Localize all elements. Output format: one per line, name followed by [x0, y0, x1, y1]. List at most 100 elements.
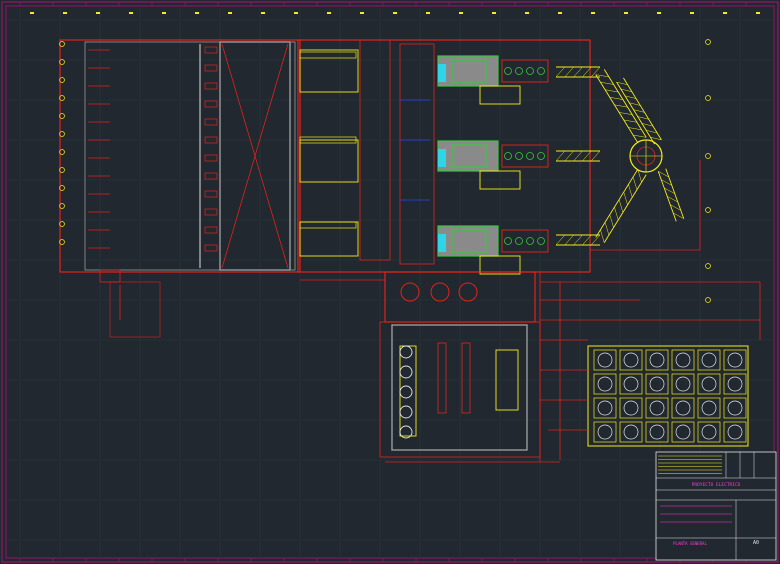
circular-hub: [629, 139, 663, 173]
ruler-mark: [459, 12, 463, 14]
ruler-mark: [525, 12, 529, 14]
ruler-mark: [690, 12, 694, 14]
cooler-fan: [675, 400, 691, 416]
cooler-fan: [649, 376, 665, 392]
title-block-sheet-number: A0: [753, 540, 759, 546]
unit-fan: [537, 237, 545, 245]
hall-bay: [204, 244, 218, 252]
cooler-fan: [597, 400, 613, 416]
cooler-fan: [649, 400, 665, 416]
unit-panel: [438, 149, 446, 167]
truss-web: [623, 119, 637, 123]
title-block: PROYECTO ELECTRICO PLANTA GENERAL A0: [655, 451, 777, 561]
ruler-mark: [657, 12, 661, 14]
tank: [400, 282, 420, 302]
truss-web: [555, 234, 565, 246]
cooler-fan: [597, 352, 613, 368]
truss-web: [618, 199, 624, 213]
ruler-mark: [558, 12, 562, 14]
cooler-fan: [701, 400, 717, 416]
ruler-mark: [756, 12, 760, 14]
cooler-fan: [623, 376, 639, 392]
cooler-fan: [597, 376, 613, 392]
title-block-project: PROYECTO ELECTRICO: [692, 482, 741, 488]
ruler-mark: [63, 12, 67, 14]
truss-web: [591, 234, 601, 246]
truss-web: [623, 191, 628, 205]
truss-web: [628, 184, 633, 198]
axis-bubble: [705, 39, 711, 45]
ruler-mark: [228, 12, 232, 14]
ruler-mark: [327, 12, 331, 14]
cooler-fan: [597, 424, 613, 440]
hall-bay: [204, 100, 218, 108]
truss-web: [609, 97, 623, 100]
truss-web: [628, 127, 642, 131]
unit-fan: [504, 152, 512, 160]
hall-bay: [204, 208, 218, 216]
unit-fan: [537, 67, 545, 75]
ruler-mark: [492, 12, 496, 14]
hall-bay: [204, 154, 218, 162]
unit-panel: [438, 64, 446, 82]
unit-fan: [515, 237, 523, 245]
unit-exchanger: [501, 144, 549, 168]
truss-web: [564, 66, 574, 78]
tank: [458, 282, 478, 302]
unit-panel: [438, 234, 446, 252]
cad-drawing-canvas: PROYECTO ELECTRICO PLANTA GENERAL A0: [1, 1, 779, 563]
unit-exchanger: [501, 59, 549, 83]
cooler-fan: [649, 352, 665, 368]
cooler-fan: [701, 352, 717, 368]
annex-tanks: [399, 282, 478, 439]
unit-fan: [526, 67, 534, 75]
unit-fan: [526, 152, 534, 160]
truss-chord: [603, 69, 647, 138]
ruler-mark: [129, 12, 133, 14]
ruler-mark: [723, 12, 727, 14]
cooler-fan: [623, 400, 639, 416]
tank: [399, 405, 413, 419]
truss-web: [564, 150, 574, 162]
tank: [399, 365, 413, 379]
unit-fan: [515, 67, 523, 75]
truss-web: [573, 66, 583, 78]
tank: [399, 385, 413, 399]
cooler-fan: [623, 352, 639, 368]
ruler-mark: [30, 12, 34, 14]
truss-web: [609, 214, 614, 228]
hall-bay: [204, 64, 218, 72]
hall-bay: [204, 118, 218, 126]
truss-chord: [595, 74, 639, 143]
cooler-fan: [701, 424, 717, 440]
ruler-mark: [162, 12, 166, 14]
hall-bay: [204, 82, 218, 90]
truss-web: [564, 234, 574, 246]
axis-bubble: [705, 207, 711, 213]
unit-fan: [515, 152, 523, 160]
axis-bubble: [705, 263, 711, 269]
truss-web: [633, 134, 647, 138]
cooler-fan: [675, 376, 691, 392]
hall-bay: [204, 226, 218, 234]
ruler-mark: [96, 12, 100, 14]
generator-units: [299, 51, 549, 275]
cooler-fan: [649, 424, 665, 440]
truss-web: [604, 222, 610, 236]
ruler-mark: [195, 12, 199, 14]
cooler-fan: [701, 376, 717, 392]
truss-web: [555, 66, 565, 78]
ruler-mark: [294, 12, 298, 14]
truss-web: [591, 150, 601, 162]
truss-web: [619, 112, 633, 115]
hall-bay: [204, 46, 218, 54]
ruler-mark: [591, 12, 595, 14]
hall-column-pins: [88, 46, 218, 252]
unit-fan: [537, 152, 545, 160]
truss-web: [600, 81, 614, 85]
truss-web: [555, 150, 565, 162]
unit-fan: [526, 237, 534, 245]
unit-label-block: [299, 51, 357, 59]
truss-web: [614, 207, 619, 221]
truss-web: [605, 89, 619, 93]
